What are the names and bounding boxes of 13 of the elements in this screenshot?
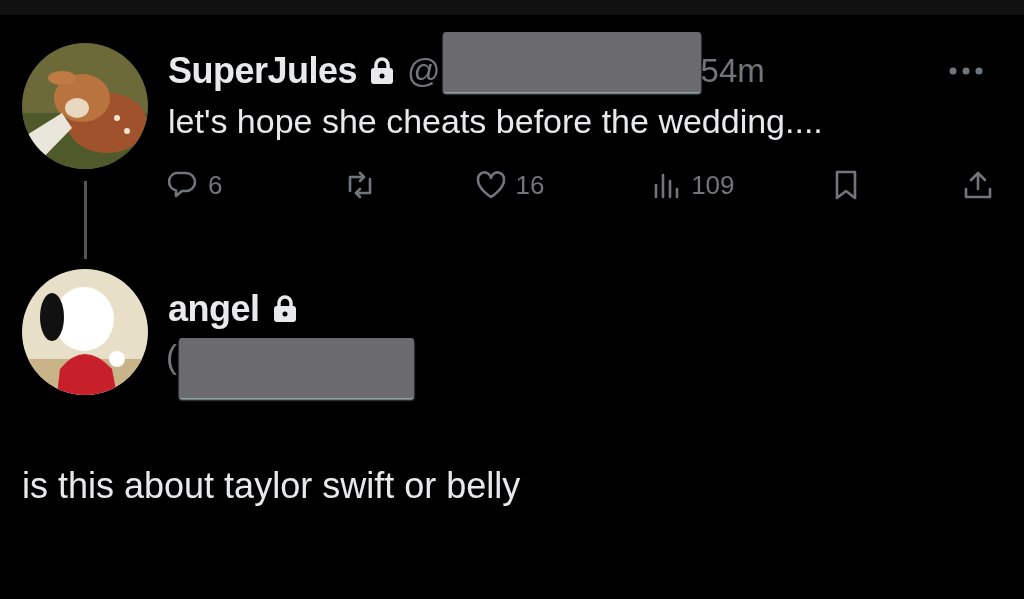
- user-handle[interactable]: (: [166, 338, 177, 376]
- more-icon[interactable]: [948, 66, 984, 76]
- user-name[interactable]: SuperJules: [168, 50, 358, 92]
- post-text: let's hope she cheats before the wedding....: [168, 101, 824, 142]
- like-button[interactable]: 16: [475, 169, 556, 201]
- views-button[interactable]: 109: [651, 169, 735, 201]
- heart-icon: [475, 169, 508, 201]
- post-time: 54m: [700, 52, 765, 90]
- reply-text: is this about taylor swift or belly: [22, 465, 522, 507]
- reply-button[interactable]: 6: [168, 169, 248, 201]
- user-handle[interactable]: @: [407, 52, 441, 90]
- user-name[interactable]: angel: [168, 288, 260, 330]
- share-icon: [962, 169, 994, 201]
